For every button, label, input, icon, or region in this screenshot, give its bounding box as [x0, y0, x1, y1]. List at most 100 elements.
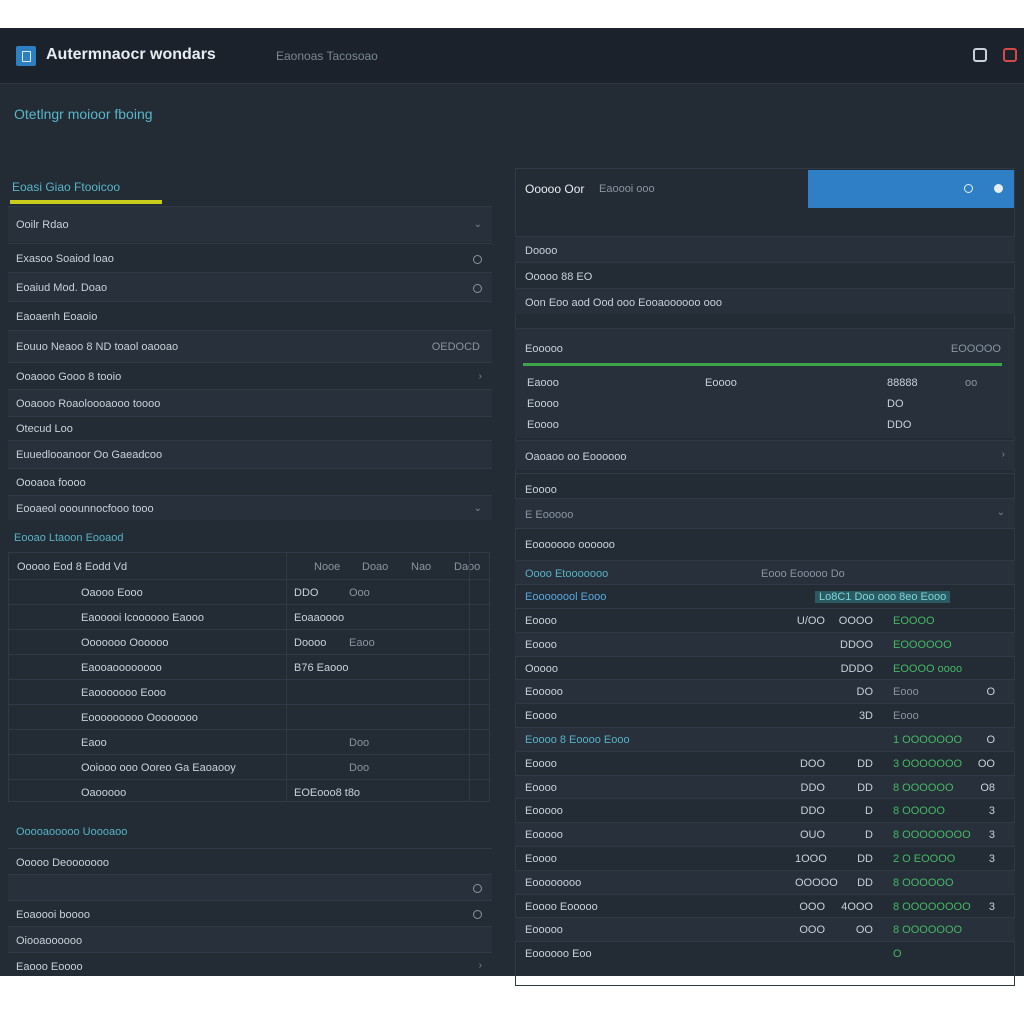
table-cell-name: Oaooooo: [81, 787, 127, 799]
table-header[interactable]: Eoooooool Eooo Lo8C1 Doo ooo 8eo Eooo: [515, 584, 1015, 608]
table-cell-name: Eooooo: [525, 686, 563, 699]
table-cell-b: 3D: [858, 710, 873, 723]
table-row[interactable]: Eoooooooo OOOOO DD 8 OOOOOO: [515, 869, 1015, 894]
table-cell-value: DDO: [294, 587, 319, 599]
table-row[interactable]: Eoooo 1OOO DD 2 O EOOOO 3: [515, 846, 1015, 870]
settings-row[interactable]: Eaoaenh Eoaoio: [8, 301, 492, 330]
section-row[interactable]: Eooooooo oooooo: [515, 528, 1015, 556]
gear-icon[interactable]: [973, 48, 987, 62]
settings-row[interactable]: Ooilr Rdao ⌄: [8, 206, 492, 242]
table-cell-name: Eoooo: [525, 757, 557, 770]
table-cell-name: Eooooooooo Oooooooo: [81, 712, 198, 724]
table-row[interactable]: Oaooooo EOEooo8 t8o: [9, 779, 489, 804]
table-header-cell[interactable]: Daoo: [454, 561, 480, 573]
progress-item-label: Eaooo: [527, 377, 559, 389]
table-cell-extra: Ooo: [349, 587, 370, 599]
table-row[interactable]: Eoooo 8 Eoooo Eooo 1 OOOOOOO O: [515, 727, 1015, 751]
table-cell-name: Eaooooi lcoooooo Eaooo: [81, 612, 204, 624]
radio-icon[interactable]: [473, 283, 482, 293]
table-row[interactable]: Eooooooooo Oooooooo: [9, 704, 489, 729]
bottom-row[interactable]: Ooooo Deooooooo: [8, 848, 492, 874]
table-cell-b: DD: [857, 781, 873, 794]
table-row[interactable]: Ooiooo ooo Ooreo Ga Eaoaooy Doo: [9, 754, 489, 779]
table-cell-name: Ooiooo ooo Ooreo Ga Eaoaooy: [81, 762, 236, 774]
bottom-row[interactable]: Oiooaoooooo: [8, 926, 492, 952]
info-row-label: Doooo: [525, 245, 558, 257]
table-cell-c: 1 OOOOOOO: [893, 734, 963, 746]
table-row[interactable]: Eoooooo Eoo O: [515, 941, 1015, 965]
info-row[interactable]: Ooooo 88 EO: [515, 262, 1015, 288]
table-row[interactable]: Eoooo 3D Eooo: [515, 703, 1015, 727]
radio-icon[interactable]: [473, 254, 482, 264]
close-icon[interactable]: [1003, 48, 1017, 62]
table-header-cell[interactable]: Ooooo Eod 8 Eodd Vd: [17, 561, 127, 573]
table-row[interactable]: Eoooo DDOO EOOOOOO: [515, 631, 1015, 656]
radio-icon[interactable]: [473, 884, 482, 893]
table-cell-b: D: [865, 805, 873, 818]
table-row[interactable]: Eooooo OUO D 8 OOOOOOOO 3: [515, 822, 1015, 847]
table-row[interactable]: Ooooooo Oooooo Doooo Eaoo: [9, 629, 489, 654]
table-cell-c: 8 OOOOOO: [893, 876, 954, 889]
table-cell-b: DDOO: [840, 638, 873, 651]
chevron-down-icon[interactable]: ⌄: [997, 507, 1005, 518]
table-row[interactable]: Eoooo Eooooo OOO 4OOO 8 OOOOOOOO 3: [515, 893, 1015, 918]
table-row[interactable]: Eoooo DOO DD 3 OOOOOOO OO: [515, 750, 1015, 775]
table-cell-name: Eoooo: [525, 781, 557, 794]
settings-row-label: Ooaooo Gooo 8 tooio: [16, 370, 122, 383]
add-icon[interactable]: [994, 184, 1003, 193]
table-header-cell[interactable]: Nooe: [314, 561, 340, 573]
table-cell-a: DDO: [800, 805, 825, 818]
bottom-row-label: Eaooo Eoooo: [16, 961, 83, 973]
table-cell-a: OOO: [799, 924, 825, 937]
table-cell-c: EOOOOOO: [893, 638, 952, 651]
table-header-cell[interactable]: Nao: [411, 561, 431, 573]
table-cell-b: OO: [855, 924, 873, 937]
section-row[interactable]: E Eooooo ⌄: [515, 498, 1015, 528]
bottom-row[interactable]: Eaooo Eoooo ›: [8, 952, 492, 978]
chevron-right-icon[interactable]: ›: [479, 960, 482, 971]
table-row[interactable]: Eooooo DO Eooo O: [515, 679, 1015, 704]
table-row[interactable]: Eaooooi lcoooooo Eaooo Eoaaoooo: [9, 604, 489, 629]
table-row[interactable]: Eaoo Doo: [9, 729, 489, 754]
table-row[interactable]: Eaooaoooooooo B76 Eaooo: [9, 654, 489, 679]
section-row[interactable]: Oaoaoo oo Eoooooo ›: [515, 440, 1015, 470]
settings-row[interactable]: Eouuo Neaoo 8 ND toaol oaooao OEDOCD: [8, 330, 492, 362]
radio-icon[interactable]: [473, 910, 482, 919]
table-row[interactable]: Ooooo DDDO EOOOO oooo: [515, 655, 1015, 680]
settings-row[interactable]: Oooaoa foooo: [8, 468, 492, 495]
table-cell-c: 8 OOOOOOO: [893, 924, 963, 937]
table-row[interactable]: Eooooo OOO OO 8 OOOOOOO: [515, 917, 1015, 942]
section-row-label: Oaoaoo oo Eoooooo: [525, 451, 627, 463]
chevron-right-icon[interactable]: ›: [479, 371, 482, 382]
table-row[interactable]: Eoooo U/OO OOOO EOOOO: [515, 608, 1015, 632]
tab-general[interactable]: Eoasi Giao Ftooicoo: [12, 180, 120, 194]
settings-row[interactable]: Eoaiud Mod. Doao: [8, 272, 492, 301]
primary-action-bar[interactable]: [808, 170, 1014, 208]
table-cell-a: 1OOO: [795, 853, 827, 865]
info-row[interactable]: Oon Eoo aod Ood ooo Eooaoooooo ooo: [515, 288, 1015, 314]
settings-row[interactable]: Otecud Loo: [8, 416, 492, 440]
table-cell-a: DOO: [799, 757, 825, 770]
progress-item-value: DDO: [887, 419, 912, 431]
table-row[interactable]: Eooooo DDO D 8 OOOOO 3: [515, 798, 1015, 822]
table-header-cell[interactable]: Doao: [362, 561, 388, 573]
info-row[interactable]: Doooo: [515, 236, 1015, 262]
settings-row-value: OEDOCD: [431, 341, 480, 353]
settings-row[interactable]: Exasoo Soaiod loao: [8, 243, 492, 272]
chevron-down-icon[interactable]: ⌄: [474, 219, 482, 230]
settings-row[interactable]: Ooaooo Gooo 8 tooio ›: [8, 362, 492, 389]
chevron-down-icon[interactable]: ⌄: [474, 503, 482, 514]
table-row[interactable]: Oaooo Eooo DDO Ooo: [9, 579, 489, 604]
bottom-row[interactable]: Eoaoooi boooo: [8, 900, 492, 926]
settings-row[interactable]: Ooaooo Roaoloooaooo toooo: [8, 389, 492, 416]
bottom-row[interactable]: [8, 874, 492, 900]
progress-item-value: DO: [887, 398, 904, 410]
chevron-right-icon[interactable]: ›: [1002, 449, 1005, 460]
table-cell-name: Oaooo Eooo: [81, 587, 143, 599]
tab-active-indicator: [10, 200, 162, 204]
settings-row[interactable]: Eooaeol ooounnocfooo tooo ⌄: [8, 495, 492, 520]
settings-row[interactable]: Euuedlooanoor Oo Gaeadcoo: [8, 440, 492, 468]
table-row[interactable]: Eoooo DDO DD 8 OOOOOO O8: [515, 774, 1015, 799]
table-row[interactable]: Eaooooooo Eooo: [9, 679, 489, 704]
refresh-icon[interactable]: [964, 184, 973, 193]
